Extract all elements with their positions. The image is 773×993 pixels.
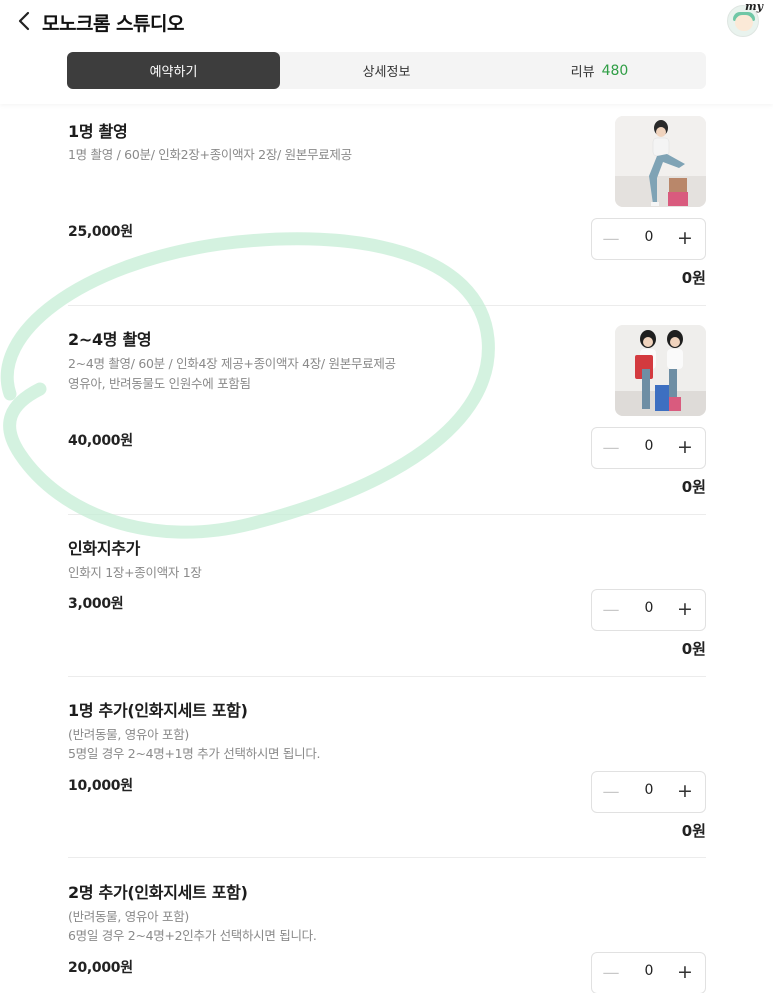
item-price: 20,000원 <box>68 960 133 976</box>
quantity-stepper: — 0 + <box>591 427 706 469</box>
item-price: 3,000원 <box>68 596 124 612</box>
item-title: 2명 추가(인화지세트 포함) <box>68 883 248 902</box>
increase-button[interactable]: + <box>674 598 696 620</box>
list-item: 1명 촬영 1명 촬영 / 60분/ 인화2장+종이액자 2장/ 원본무료제공 … <box>68 104 706 304</box>
tab-details[interactable]: 상세정보 <box>280 52 493 89</box>
quantity-stepper: — 0 + <box>591 952 706 993</box>
increase-button[interactable]: + <box>674 227 696 249</box>
item-title: 인화지추가 <box>68 539 141 558</box>
avatar-face <box>735 15 753 31</box>
item-description: 1명 촬영 / 60분/ 인화2장+종이액자 2장/ 원본무료제공 <box>68 147 352 162</box>
photo-two-people-image <box>615 325 706 416</box>
item-description: (반려동물, 영유아 포함) <box>68 909 189 924</box>
decrease-button[interactable]: — <box>600 599 622 621</box>
my-label: my <box>745 0 764 13</box>
tab-reviews-label: 리뷰 <box>570 65 595 80</box>
decrease-button[interactable]: — <box>600 962 622 984</box>
list-item: 1명 추가(인화지세트 포함) (반려동물, 영유아 포함) 5명일 경우 2~… <box>68 684 706 859</box>
item-description-note: 6명일 경우 2~4명+2인추가 선택하시면 됩니다. <box>68 928 317 943</box>
product-list: 1명 촬영 1명 촬영 / 60분/ 인화2장+종이액자 2장/ 원본무료제공 … <box>0 104 773 993</box>
tab-reservation[interactable]: 예약하기 <box>67 52 280 89</box>
tab-reviews[interactable]: 리뷰 480 <box>493 52 706 89</box>
item-thumbnail[interactable] <box>615 116 706 207</box>
divider <box>68 514 706 515</box>
increase-button[interactable]: + <box>674 780 696 802</box>
chevron-left-icon <box>18 11 30 31</box>
page-title: 모노크롬 스튜디오 <box>42 13 184 35</box>
my-page-avatar-button[interactable]: my <box>727 0 763 37</box>
quantity-stepper: — 0 + <box>591 218 706 260</box>
quantity-value: 0 <box>644 438 654 454</box>
item-total: 0원 <box>681 478 706 496</box>
increase-button[interactable]: + <box>674 961 696 983</box>
item-title: 1명 촬영 <box>68 122 128 141</box>
quantity-value: 0 <box>644 963 654 979</box>
quantity-stepper: — 0 + <box>591 589 706 631</box>
item-description: (반려동물, 영유아 포함) <box>68 727 189 742</box>
divider <box>68 676 706 677</box>
item-price: 40,000원 <box>68 433 133 449</box>
quantity-value: 0 <box>644 229 654 245</box>
item-total: 0원 <box>681 822 706 840</box>
item-title: 1명 추가(인화지세트 포함) <box>68 701 248 720</box>
item-price: 25,000원 <box>68 224 133 240</box>
tab-bar: 예약하기 상세정보 리뷰 480 <box>67 52 706 89</box>
divider <box>68 857 706 858</box>
item-price: 10,000원 <box>68 778 133 794</box>
item-description: 2~4명 촬영/ 60분 / 인화4장 제공+종이액자 4장/ 원본무료제공 <box>68 356 396 371</box>
list-item: 2명 추가(인화지세트 포함) (반려동물, 영유아 포함) 6명일 경우 2~… <box>68 866 706 993</box>
tab-reservation-label: 예약하기 <box>149 65 198 80</box>
back-button[interactable] <box>12 8 36 34</box>
photo-single-person-image <box>615 116 706 207</box>
decrease-button[interactable]: — <box>600 781 622 803</box>
quantity-value: 0 <box>644 600 654 616</box>
item-thumbnail[interactable] <box>615 325 706 416</box>
item-title: 2~4명 촬영 <box>68 330 152 349</box>
quantity-value: 0 <box>644 782 654 798</box>
list-item: 2~4명 촬영 2~4명 촬영/ 60분 / 인화4장 제공+종이액자 4장/ … <box>68 313 706 513</box>
list-item: 인화지추가 인화지 1장+종이액자 1장 3,000원 — 0 + 0원 <box>68 522 706 672</box>
increase-button[interactable]: + <box>674 436 696 458</box>
item-description: 인화지 1장+종이액자 1장 <box>68 565 202 580</box>
divider <box>68 305 706 306</box>
decrease-button[interactable]: — <box>600 437 622 459</box>
tab-details-label: 상세정보 <box>362 65 411 80</box>
item-total: 0원 <box>681 640 706 658</box>
item-description-note: 5명일 경우 2~4명+1명 추가 선택하시면 됩니다. <box>68 746 321 761</box>
item-description-note: 영유아, 반려동물도 인원수에 포함됨 <box>68 376 251 391</box>
quantity-stepper: — 0 + <box>591 771 706 813</box>
decrease-button[interactable]: — <box>600 228 622 250</box>
review-count-badge: 480 <box>601 62 629 79</box>
app-header: 모노크롬 스튜디오 my 예약하기 상세정보 리뷰 480 <box>0 0 773 104</box>
item-total: 0원 <box>681 269 706 287</box>
